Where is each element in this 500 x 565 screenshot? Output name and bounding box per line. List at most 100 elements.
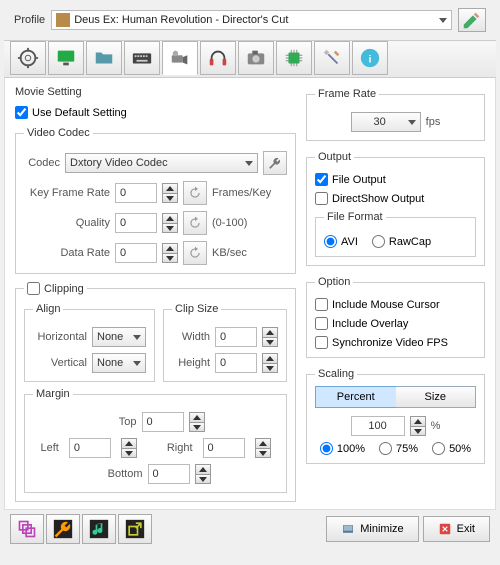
datarate-reset-button[interactable] [183,241,207,265]
height-input[interactable] [215,353,257,373]
chevron-down-icon [439,18,447,23]
tab-movie[interactable] [162,41,198,75]
datarate-input[interactable] [115,243,157,263]
tab-monitor[interactable] [48,41,84,75]
keyframe-spinner[interactable] [162,183,178,203]
width-spinner[interactable] [262,327,278,347]
width-input[interactable] [215,327,257,347]
height-spinner[interactable] [262,353,278,373]
framerate-title: Frame Rate [315,88,379,100]
directshow-checkbox[interactable]: DirectShow Output [315,192,476,205]
framerate-value: 30 [356,116,404,128]
crosshair-icon [17,47,39,69]
clipping-group: Clipping Align Horizontal None Vertical No… [15,282,296,502]
scaling-percent-button[interactable]: Percent [315,386,397,408]
margin-bottom-input[interactable] [148,464,190,484]
align-h-value: None [97,331,129,343]
reset-icon [188,186,202,200]
rawcap-radio[interactable]: RawCap [372,235,431,248]
footer-export-button[interactable] [118,514,152,544]
tab-toolbar: i [4,40,496,78]
camera-icon [245,47,267,69]
tab-advanced[interactable] [276,41,312,75]
profile-select[interactable]: Deus Ex: Human Revolution - Director's C… [51,10,452,30]
reset-icon [188,246,202,260]
export-icon [125,519,145,539]
tab-screenshot[interactable] [238,41,274,75]
scale-50-radio[interactable]: 50% [432,442,471,455]
footer-stack-button[interactable] [10,514,44,544]
margin-left-label: Left [40,442,58,454]
codec-value: Dxtory Video Codec [70,157,241,169]
align-title: Align [33,303,63,315]
wrench-icon [53,519,73,539]
datarate-label: Data Rate [24,247,110,259]
margin-bottom-spinner[interactable] [195,464,211,484]
file-output-label: File Output [332,174,386,186]
scaling-title: Scaling [315,368,357,380]
codec-config-button[interactable] [263,151,287,175]
keyframe-unit: Frames/Key [212,187,271,199]
quality-reset-button[interactable] [183,211,207,235]
margin-left-input[interactable] [69,438,111,458]
overlay-checkbox[interactable]: Include Overlay [315,317,476,330]
exit-button[interactable]: Exit [423,516,490,542]
scale-100-radio[interactable]: 100% [320,442,365,455]
framerate-select[interactable]: 30 [351,112,421,132]
clipping-checkbox[interactable]: Clipping [27,282,84,295]
monitor-icon [55,47,77,69]
use-default-label: Use Default Setting [32,107,127,119]
reset-icon [188,216,202,230]
margin-right-spinner[interactable] [255,438,271,458]
tab-info[interactable]: i [352,41,388,75]
margin-left-spinner[interactable] [121,438,137,458]
tab-tools[interactable] [314,41,350,75]
keyframe-reset-button[interactable] [183,181,207,205]
minimize-icon [341,522,355,536]
overlay-label: Include Overlay [332,318,408,330]
game-icon [56,13,70,27]
align-v-select[interactable]: None [92,353,146,373]
codec-select[interactable]: Dxtory Video Codec [65,153,258,173]
file-output-checkbox[interactable]: File Output [315,173,476,186]
avi-radio[interactable]: AVI [324,235,358,248]
tab-folder[interactable] [86,41,122,75]
edit-profile-button[interactable] [458,8,486,32]
scaling-input[interactable] [351,416,405,436]
scaling-mode-segment: Percent Size [315,386,476,408]
tab-target[interactable] [10,41,46,75]
scale-75-radio[interactable]: 75% [379,442,418,455]
minimize-button[interactable]: Minimize [326,516,418,542]
sync-checkbox[interactable]: Synchronize Video FPS [315,336,476,349]
align-h-select[interactable]: None [92,327,146,347]
keyframe-input[interactable] [115,183,157,203]
footer-wrench-button[interactable] [46,514,80,544]
chevron-down-icon [408,120,416,125]
scaling-spinner[interactable] [410,416,426,436]
chip-icon [283,47,305,69]
quality-input[interactable] [115,213,157,233]
margin-right-input[interactable] [203,438,245,458]
fileformat-group: File Format AVI RawCap [315,211,476,257]
clipsize-group: Clip Size Width Height [163,303,287,382]
scaling-size-button[interactable]: Size [396,387,476,407]
mouse-checkbox[interactable]: Include Mouse Cursor [315,298,476,311]
use-default-checkbox[interactable]: Use Default Setting [15,106,296,119]
tab-audio[interactable] [200,41,236,75]
tab-keyboard[interactable] [124,41,160,75]
margin-top-spinner[interactable] [189,412,205,432]
margin-title: Margin [33,388,73,400]
margin-top-label: Top [107,416,137,428]
footer-play-button[interactable] [82,514,116,544]
align-v-label: Vertical [33,357,87,369]
sync-label: Synchronize Video FPS [332,337,448,349]
codec-label: Codec [24,157,60,169]
quality-spinner[interactable] [162,213,178,233]
svg-text:i: i [369,55,372,66]
movie-setting-title: Movie Setting [15,86,296,98]
framerate-group: Frame Rate 30fps [306,88,485,141]
datarate-spinner[interactable] [162,243,178,263]
keyboard-icon [131,47,153,69]
align-h-label: Horizontal [33,331,87,343]
margin-top-input[interactable] [142,412,184,432]
